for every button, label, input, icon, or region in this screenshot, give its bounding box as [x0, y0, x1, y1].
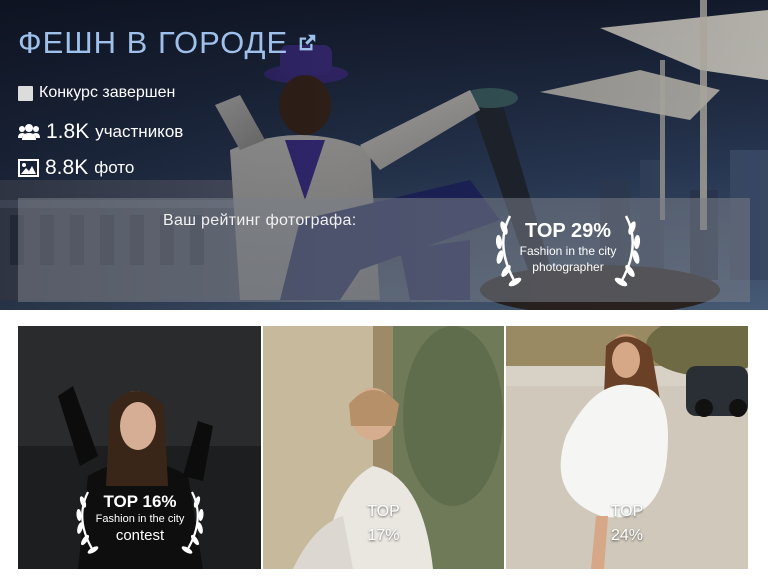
- photos-count: 8.8K: [45, 156, 89, 179]
- photographer-badge-line1: Fashion in the city: [519, 244, 617, 258]
- participants-count-row: 1.8K участников: [18, 120, 183, 144]
- contest-photo-gallery: TOP 16% Fashion in the city contest TOP …: [18, 326, 748, 569]
- external-link-icon[interactable]: [296, 32, 318, 54]
- contest-hero: ФЕШН В ГОРОДЕ Конкурс завершен 1.8K учас…: [0, 0, 768, 310]
- gallery-photo-1[interactable]: TOP 16% Fashion in the city contest: [18, 326, 261, 569]
- gallery-photo-3[interactable]: TOP 24%: [506, 326, 748, 569]
- participants-count: 1.8K: [46, 120, 90, 143]
- photographer-badge-top: TOP 29%: [525, 220, 611, 242]
- photographer-rating-label: Ваш рейтинг фотографа:: [163, 212, 357, 229]
- contest-title-row[interactable]: ФЕШН В ГОРОДЕ: [18, 24, 318, 62]
- contest-status: Конкурс завершен: [18, 84, 175, 102]
- photo-2-top-percent: 17%: [367, 527, 400, 544]
- contest-status-text: Конкурс завершен: [39, 84, 176, 101]
- photographer-rating-strip: Ваш рейтинг фотографа: TOP 29% Fashion i…: [18, 198, 750, 302]
- checkbox-icon: [18, 85, 33, 101]
- contest-title[interactable]: ФЕШН В ГОРОДЕ: [18, 24, 288, 62]
- photo-3-top-label: TOP: [610, 503, 644, 520]
- photographer-rating-badge: TOP 29% Fashion in the city photographer: [488, 206, 648, 292]
- contest-rating-badge: TOP 16% Fashion in the city contest: [70, 486, 210, 558]
- photo-3-top-percent: 24%: [610, 527, 644, 544]
- photos-label: фото: [94, 158, 135, 177]
- contest-badge-line2: contest: [115, 527, 165, 544]
- participants-label: участников: [95, 122, 184, 141]
- users-icon: [18, 124, 40, 140]
- photographer-badge-line2: photographer: [532, 260, 604, 274]
- contest-badge-line1: Fashion in the city: [95, 513, 185, 525]
- gallery-photo-2[interactable]: TOP 17%: [263, 326, 504, 569]
- contest-badge-top: TOP 16%: [103, 492, 177, 511]
- photos-count-row: 8.8K фото: [18, 156, 134, 180]
- photo-2-top-label: TOP: [367, 503, 400, 520]
- image-icon: [18, 159, 39, 177]
